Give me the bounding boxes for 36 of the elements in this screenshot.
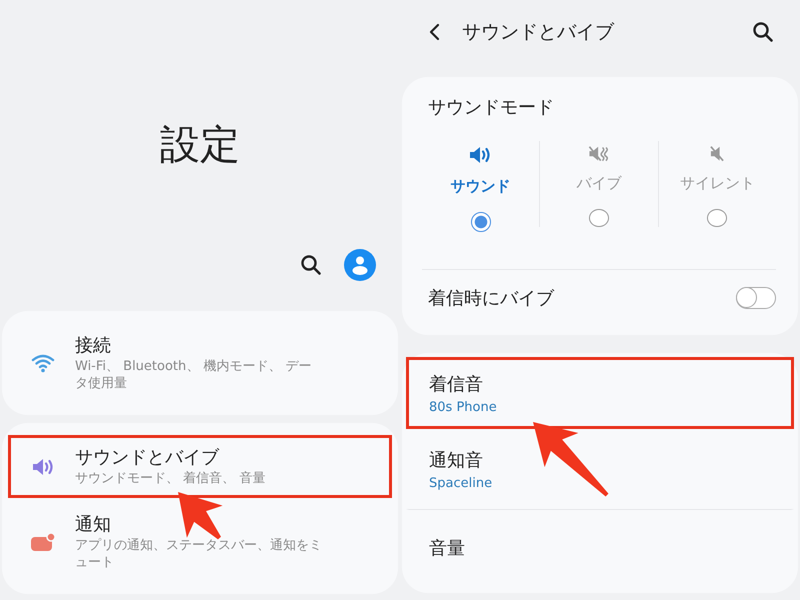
settings-item[interactable]: 着信音 80s Phone [406, 357, 794, 429]
annotation-arrow [178, 492, 223, 540]
speaker-icon [31, 456, 55, 476]
mode-label: バイブ [576, 174, 622, 194]
radio-button[interactable] [707, 209, 728, 227]
item-subtitle: アプリの通知、ステータスバー、通知をミュート [75, 537, 323, 571]
item-title: サウンドとバイブ [75, 446, 219, 470]
item-subtitle: Wi-Fi、 Bluetooth、 機内モード、 データ使用量 [75, 358, 313, 392]
settings-item[interactable]: 通知 アプリの通知、ステータスバー、通知をミュート [8, 502, 392, 582]
profile-avatar-icon[interactable] [344, 249, 376, 281]
screen-title: サウンドとバイブ [462, 20, 616, 45]
settings-item[interactable]: 通知音 Spaceline [406, 429, 794, 509]
radio-button[interactable] [470, 212, 491, 232]
notification-icon [30, 532, 56, 552]
item-title: 接続 [75, 334, 111, 358]
search-icon[interactable] [300, 254, 322, 276]
item-value: 80s Phone [429, 400, 498, 414]
page-title: 設定 [160, 121, 240, 170]
settings-item[interactable]: 接続 Wi-Fi、 Bluetooth、 機内モード、 データ使用量 [8, 323, 392, 403]
wifi-icon [31, 353, 55, 373]
item-title: 通知音 [429, 448, 484, 472]
mode-label: サイレント [680, 174, 755, 194]
item-title: 音量 [429, 537, 466, 560]
setting-label: 着信時にバイブ [428, 287, 554, 310]
toggle-switch[interactable] [736, 287, 776, 309]
item-title: 通知 [75, 513, 111, 537]
item-value: Spaceline [429, 476, 494, 490]
settings-item[interactable]: サウンドとバイブ サウンドモード、 着信音、 音量 [8, 435, 392, 498]
item-title: 着信音 [429, 372, 484, 396]
back-icon[interactable] [428, 23, 440, 41]
section-title: サウンドモード [428, 96, 555, 119]
settings-item[interactable]: 音量 [406, 509, 794, 589]
item-subtitle: サウンドモード、 着信音、 音量 [75, 470, 266, 487]
mode-label: サウンド [450, 177, 511, 196]
radio-button[interactable] [588, 209, 609, 227]
search-icon[interactable] [752, 21, 774, 43]
